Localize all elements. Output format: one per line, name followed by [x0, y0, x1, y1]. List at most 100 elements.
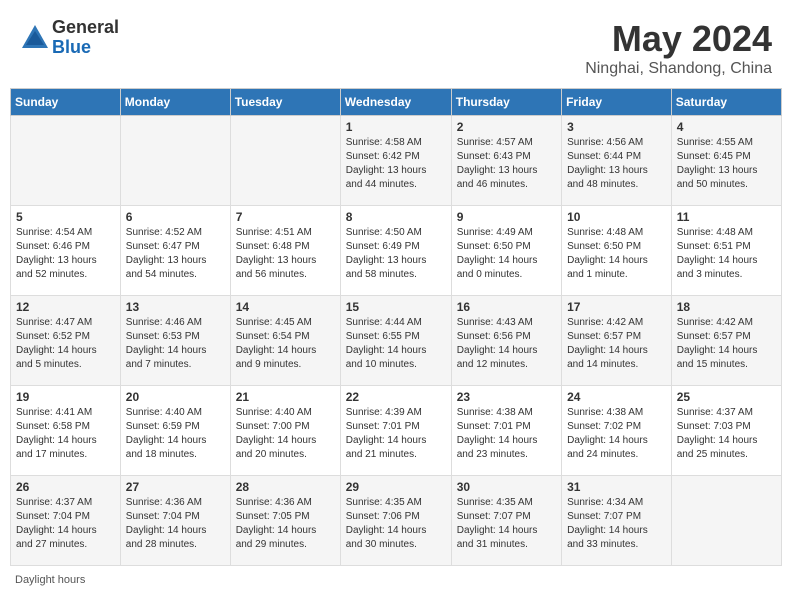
calendar-cell — [671, 476, 781, 566]
logo-general-text: General — [52, 18, 119, 38]
calendar-week-row: 5 Sunrise: 4:54 AM Sunset: 6:46 PM Daylig… — [11, 206, 782, 296]
day-number: 21 — [236, 390, 335, 404]
calendar-cell: 16 Sunrise: 4:43 AM Sunset: 6:56 PM Dayli… — [451, 296, 561, 386]
calendar-cell: 18Sunrise: 4:42 AM Sunset: 6:57 PM Dayli… — [671, 296, 781, 386]
calendar-cell: 26 Sunrise: 4:37 AM Sunset: 7:04 PM Dayli… — [11, 476, 121, 566]
logo-blue-text: Blue — [52, 38, 119, 58]
day-info: Sunrise: 4:42 AM Sunset: 6:57 PM Dayligh… — [567, 316, 666, 372]
day-number: 20 — [126, 390, 225, 404]
day-number: 3 — [567, 120, 666, 134]
calendar-cell: 21 Sunrise: 4:40 AM Sunset: 7:00 PM Dayli… — [230, 386, 340, 476]
day-info: Sunrise: 4:38 AM Sunset: 7:02 PM Dayligh… — [567, 406, 666, 462]
calendar-cell: 8Sunrise: 4:50 AM Sunset: 6:49 PM Daylig… — [340, 206, 451, 296]
day-info: Sunrise: 4:55 AM Sunset: 6:45 PM Dayligh… — [677, 136, 776, 192]
calendar-table: SundayMondayTuesdayWednesdayThursdayFrid… — [10, 88, 782, 566]
day-number: 30 — [457, 480, 556, 494]
calendar-cell: 22Sunrise: 4:39 AM Sunset: 7:01 PM Dayli… — [340, 386, 451, 476]
title-area: May 2024 Ninghai, Shandong, China — [585, 18, 772, 78]
day-info: Sunrise: 4:40 AM Sunset: 7:00 PM Dayligh… — [236, 406, 335, 462]
calendar-cell: 28Sunrise: 4:36 AM Sunset: 7:05 PM Dayli… — [230, 476, 340, 566]
day-number: 11 — [677, 210, 776, 224]
day-number: 7 — [236, 210, 335, 224]
day-info: Sunrise: 4:52 AM Sunset: 6:47 PM Dayligh… — [126, 226, 225, 282]
day-number: 12 — [16, 300, 115, 314]
logo-text: General Blue — [52, 18, 119, 58]
day-number: 9 — [457, 210, 556, 224]
day-number: 10 — [567, 210, 666, 224]
calendar-week-row: 26 Sunrise: 4:37 AM Sunset: 7:04 PM Dayli… — [11, 476, 782, 566]
daylight-label: Daylight hours — [15, 574, 85, 586]
day-info: Sunrise: 4:56 AM Sunset: 6:44 PM Dayligh… — [567, 136, 666, 192]
calendar-cell: 12 Sunrise: 4:47 AM Sunset: 6:52 PM Dayli… — [11, 296, 121, 386]
calendar-cell: 14Sunrise: 4:45 AM Sunset: 6:54 PM Dayli… — [230, 296, 340, 386]
calendar-cell: 4 Sunrise: 4:55 AM Sunset: 6:45 PM Daylig… — [671, 116, 781, 206]
day-number: 5 — [16, 210, 115, 224]
day-number: 24 — [567, 390, 666, 404]
calendar-cell — [230, 116, 340, 206]
calendar-week-row: 12 Sunrise: 4:47 AM Sunset: 6:52 PM Dayli… — [11, 296, 782, 386]
calendar-header-saturday: Saturday — [671, 89, 781, 116]
calendar-cell: 7Sunrise: 4:51 AM Sunset: 6:48 PM Daylig… — [230, 206, 340, 296]
day-info: Sunrise: 4:47 AM Sunset: 6:52 PM Dayligh… — [16, 316, 115, 372]
footer: Daylight hours — [10, 574, 782, 586]
calendar-cell: 6 Sunrise: 4:52 AM Sunset: 6:47 PM Daylig… — [120, 206, 230, 296]
logo: General Blue — [20, 18, 119, 58]
day-number: 13 — [126, 300, 225, 314]
day-number: 27 — [126, 480, 225, 494]
calendar-cell — [120, 116, 230, 206]
day-info: Sunrise: 4:58 AM Sunset: 6:42 PM Dayligh… — [346, 136, 446, 192]
day-number: 23 — [457, 390, 556, 404]
calendar-header-friday: Friday — [562, 89, 672, 116]
calendar-cell: 3 Sunrise: 4:56 AM Sunset: 6:44 PM Daylig… — [562, 116, 672, 206]
day-number: 4 — [677, 120, 776, 134]
day-number: 26 — [16, 480, 115, 494]
day-info: Sunrise: 4:45 AM Sunset: 6:54 PM Dayligh… — [236, 316, 335, 372]
day-number: 17 — [567, 300, 666, 314]
location-text: Ninghai, Shandong, China — [585, 60, 772, 78]
day-number: 25 — [677, 390, 776, 404]
calendar-cell: 29Sunrise: 4:35 AM Sunset: 7:06 PM Dayli… — [340, 476, 451, 566]
day-info: Sunrise: 4:48 AM Sunset: 6:51 PM Dayligh… — [677, 226, 776, 282]
day-info: Sunrise: 4:40 AM Sunset: 6:59 PM Dayligh… — [126, 406, 225, 462]
calendar-cell: 17 Sunrise: 4:42 AM Sunset: 6:57 PM Dayli… — [562, 296, 672, 386]
day-info: Sunrise: 4:54 AM Sunset: 6:46 PM Dayligh… — [16, 226, 115, 282]
calendar-week-row: 1Sunrise: 4:58 AM Sunset: 6:42 PM Daylig… — [11, 116, 782, 206]
month-title: May 2024 — [585, 18, 772, 60]
day-info: Sunrise: 4:34 AM Sunset: 7:07 PM Dayligh… — [567, 496, 666, 552]
calendar-cell: 30Sunrise: 4:35 AM Sunset: 7:07 PM Dayli… — [451, 476, 561, 566]
day-number: 19 — [16, 390, 115, 404]
calendar-cell: 24 Sunrise: 4:38 AM Sunset: 7:02 PM Dayli… — [562, 386, 672, 476]
calendar-header-thursday: Thursday — [451, 89, 561, 116]
day-info: Sunrise: 4:49 AM Sunset: 6:50 PM Dayligh… — [457, 226, 556, 282]
day-info: Sunrise: 4:37 AM Sunset: 7:03 PM Dayligh… — [677, 406, 776, 462]
calendar-week-row: 19 Sunrise: 4:41 AM Sunset: 6:58 PM Dayli… — [11, 386, 782, 476]
calendar-header-monday: Monday — [120, 89, 230, 116]
day-number: 6 — [126, 210, 225, 224]
day-number: 31 — [567, 480, 666, 494]
day-info: Sunrise: 4:37 AM Sunset: 7:04 PM Dayligh… — [16, 496, 115, 552]
day-info: Sunrise: 4:35 AM Sunset: 7:06 PM Dayligh… — [346, 496, 446, 552]
day-number: 22 — [346, 390, 446, 404]
day-info: Sunrise: 4:44 AM Sunset: 6:55 PM Dayligh… — [346, 316, 446, 372]
logo-icon — [20, 23, 50, 53]
calendar-cell — [11, 116, 121, 206]
day-number: 16 — [457, 300, 556, 314]
calendar-header-sunday: Sunday — [11, 89, 121, 116]
calendar-cell: 23Sunrise: 4:38 AM Sunset: 7:01 PM Dayli… — [451, 386, 561, 476]
calendar-cell: 2 Sunrise: 4:57 AM Sunset: 6:43 PM Daylig… — [451, 116, 561, 206]
calendar-cell: 19 Sunrise: 4:41 AM Sunset: 6:58 PM Dayli… — [11, 386, 121, 476]
calendar-cell: 9 Sunrise: 4:49 AM Sunset: 6:50 PM Daylig… — [451, 206, 561, 296]
day-number: 18 — [677, 300, 776, 314]
day-info: Sunrise: 4:57 AM Sunset: 6:43 PM Dayligh… — [457, 136, 556, 192]
day-number: 2 — [457, 120, 556, 134]
calendar-cell: 15 Sunrise: 4:44 AM Sunset: 6:55 PM Dayli… — [340, 296, 451, 386]
calendar-cell: 25 Sunrise: 4:37 AM Sunset: 7:03 PM Dayli… — [671, 386, 781, 476]
day-info: Sunrise: 4:46 AM Sunset: 6:53 PM Dayligh… — [126, 316, 225, 372]
calendar-header-tuesday: Tuesday — [230, 89, 340, 116]
day-info: Sunrise: 4:50 AM Sunset: 6:49 PM Dayligh… — [346, 226, 446, 282]
day-info: Sunrise: 4:43 AM Sunset: 6:56 PM Dayligh… — [457, 316, 556, 372]
day-number: 15 — [346, 300, 446, 314]
day-info: Sunrise: 4:36 AM Sunset: 7:05 PM Dayligh… — [236, 496, 335, 552]
day-info: Sunrise: 4:41 AM Sunset: 6:58 PM Dayligh… — [16, 406, 115, 462]
calendar-header-row: SundayMondayTuesdayWednesdayThursdayFrid… — [11, 89, 782, 116]
